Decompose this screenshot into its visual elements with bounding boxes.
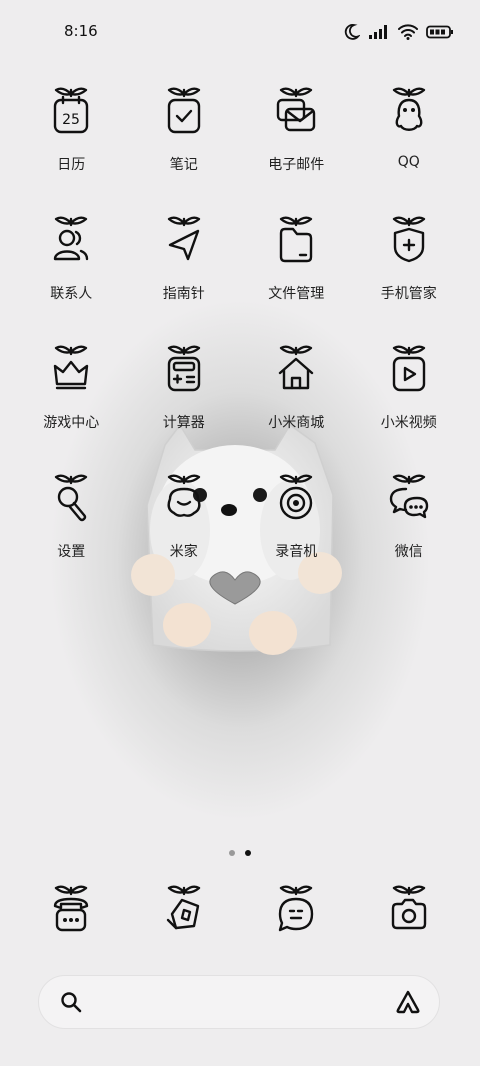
wechat-icon bbox=[389, 474, 428, 519]
app-row: 设置 米家 录音机 微信 bbox=[15, 469, 465, 598]
status-time: 8:16 bbox=[64, 22, 98, 40]
app-wechat[interactable]: 微信 bbox=[353, 469, 466, 598]
dock-phone[interactable] bbox=[15, 880, 128, 940]
browser-icon bbox=[166, 885, 200, 930]
app-security[interactable]: 手机管家 bbox=[353, 211, 466, 340]
calendar-date: 25 bbox=[62, 112, 80, 128]
app-label: 游戏中心 bbox=[43, 415, 100, 431]
signal-icon bbox=[369, 25, 387, 39]
app-notes[interactable]: 笔记 bbox=[128, 82, 241, 211]
settings-icon bbox=[55, 474, 88, 522]
wifi-icon bbox=[398, 24, 418, 40]
app-mi-home[interactable]: 米家 bbox=[128, 469, 241, 598]
app-label: 电子邮件 bbox=[268, 157, 325, 173]
app-label: 小米商城 bbox=[268, 415, 325, 431]
app-label: 设置 bbox=[57, 544, 86, 560]
calculator-icon bbox=[167, 345, 200, 392]
app-file-manager[interactable]: 文件管理 bbox=[240, 211, 353, 340]
app-calendar[interactable]: 25 日历 bbox=[15, 82, 128, 211]
app-row: 25 日历 笔记 电子邮件 QQ bbox=[15, 82, 465, 211]
file-manager-icon bbox=[280, 216, 313, 263]
app-label: 联系人 bbox=[50, 286, 93, 302]
app-email[interactable]: 电子邮件 bbox=[240, 82, 353, 211]
app-label: 指南针 bbox=[162, 286, 205, 302]
app-calculator[interactable]: 计算器 bbox=[128, 340, 241, 469]
dock-messages[interactable] bbox=[240, 880, 353, 940]
dock bbox=[15, 880, 465, 940]
app-mi-video[interactable]: 小米视频 bbox=[353, 340, 466, 469]
app-label: 笔记 bbox=[169, 157, 198, 173]
app-label: 计算器 bbox=[162, 415, 205, 431]
page-dot[interactable] bbox=[229, 850, 235, 856]
qq-icon bbox=[392, 87, 425, 131]
calendar-icon: 25 bbox=[54, 87, 89, 134]
recorder-icon bbox=[280, 474, 313, 520]
assistant-icon[interactable] bbox=[395, 989, 421, 1015]
email-icon bbox=[277, 87, 316, 132]
app-label: 米家 bbox=[169, 544, 198, 560]
page-dot-active[interactable] bbox=[245, 850, 251, 856]
dock-browser[interactable] bbox=[128, 880, 241, 940]
status-icons bbox=[342, 20, 454, 44]
app-label: 文件管理 bbox=[268, 286, 325, 302]
messages-icon bbox=[279, 885, 314, 932]
app-grid: 25 日历 笔记 电子邮件 QQ 联系人 指南针 文件管理 手机管家 游戏中心 … bbox=[15, 82, 465, 598]
compass-icon bbox=[167, 216, 200, 261]
game-center-icon bbox=[54, 345, 89, 390]
contacts-icon bbox=[54, 216, 89, 261]
dock-camera[interactable] bbox=[353, 880, 466, 940]
phone-icon bbox=[54, 885, 89, 932]
page-indicator[interactable] bbox=[0, 850, 480, 856]
search-icon[interactable] bbox=[59, 990, 83, 1014]
status-bar: 8:16 bbox=[0, 0, 480, 62]
app-label: 手机管家 bbox=[380, 286, 437, 302]
notes-icon bbox=[167, 87, 200, 134]
app-game-center[interactable]: 游戏中心 bbox=[15, 340, 128, 469]
app-qq[interactable]: QQ bbox=[353, 82, 466, 211]
app-compass[interactable]: 指南针 bbox=[128, 211, 241, 340]
app-label: 录音机 bbox=[275, 544, 318, 560]
search-bar[interactable] bbox=[38, 975, 440, 1029]
camera-icon bbox=[391, 885, 426, 930]
mi-store-icon bbox=[279, 345, 314, 390]
app-label: 日历 bbox=[57, 157, 86, 173]
battery-icon bbox=[426, 25, 453, 39]
mi-video-icon bbox=[392, 345, 425, 392]
app-contacts[interactable]: 联系人 bbox=[15, 211, 128, 340]
app-row: 游戏中心 计算器 小米商城 小米视频 bbox=[15, 340, 465, 469]
app-mi-store[interactable]: 小米商城 bbox=[240, 340, 353, 469]
app-recorder[interactable]: 录音机 bbox=[240, 469, 353, 598]
app-label: QQ bbox=[397, 154, 420, 170]
app-settings[interactable]: 设置 bbox=[15, 469, 128, 598]
app-label: 微信 bbox=[394, 544, 423, 560]
mi-home-icon bbox=[167, 474, 201, 517]
moon-icon bbox=[344, 24, 360, 40]
search-input[interactable] bbox=[99, 986, 373, 1020]
security-icon bbox=[392, 216, 425, 263]
app-row: 联系人 指南针 文件管理 手机管家 bbox=[15, 211, 465, 340]
app-label: 小米视频 bbox=[380, 415, 437, 431]
